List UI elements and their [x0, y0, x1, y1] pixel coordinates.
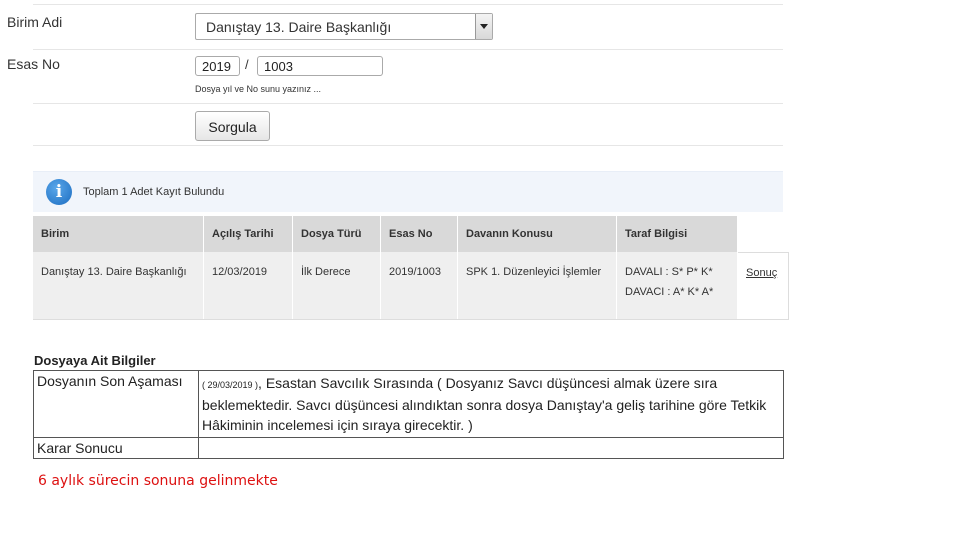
cell-tur: İlk Derece: [292, 252, 381, 320]
year-input[interactable]: [195, 56, 240, 76]
results-table: Birim Açılış Tarihi Dosya Türü Esas No D…: [33, 216, 789, 320]
col-taraf: Taraf Bilgisi: [616, 216, 738, 252]
son-asama-label: Dosyanın Son Aşaması: [33, 370, 199, 438]
karar-label: Karar Sonucu: [33, 437, 199, 459]
birim-select-value: Danıştay 13. Daire Başkanlığı: [206, 19, 392, 35]
info-icon: i: [46, 179, 72, 205]
col-acilis: Açılış Tarihi: [203, 216, 293, 252]
esas-hint: Dosya yıl ve No sunu yazınız ...: [195, 84, 322, 94]
esas-separator: /: [245, 57, 249, 72]
sonuc-link[interactable]: Sonuç: [746, 267, 777, 279]
col-tur: Dosya Türü: [292, 216, 381, 252]
davaci-text: DAVACI : A* K* A*: [625, 286, 714, 298]
notice-text: 6 aylık sürecin sonuna gelinmekte: [38, 473, 278, 489]
davali-text: DAVALI : S* P* K*: [625, 266, 713, 278]
details-row-son-asama: Dosyanın Son Aşaması ( 29/03/2019 ), Esa…: [33, 370, 784, 438]
esas-label: Esas No: [7, 56, 60, 72]
cell-taraf: DAVALI : S* P* K* DAVACI : A* K* A*: [616, 252, 738, 320]
chevron-down-icon[interactable]: [475, 14, 492, 39]
cell-birim: Danıştay 13. Daire Başkanlığı: [33, 252, 204, 320]
sorgula-button[interactable]: Sorgula: [195, 111, 270, 141]
esas-row: [33, 49, 783, 104]
cell-esas: 2019/1003: [380, 252, 458, 320]
col-birim: Birim: [33, 216, 204, 252]
details-table: Dosyanın Son Aşaması ( 29/03/2019 ), Esa…: [33, 370, 784, 459]
cell-link: Sonuç: [737, 251, 789, 320]
table-row: Danıştay 13. Daire Başkanlığı 12/03/2019…: [33, 251, 789, 320]
birim-label: Birim Adi: [7, 14, 63, 30]
result-count-text: Toplam 1 Adet Kayıt Bulundu: [83, 186, 225, 198]
details-title: Dosyaya Ait Bilgiler: [34, 353, 156, 368]
son-asama-value: ( 29/03/2019 ), Esastan Savcılık Sırasın…: [198, 370, 784, 438]
result-info-banner: i Toplam 1 Adet Kayıt Bulundu: [33, 171, 783, 212]
birim-select[interactable]: Danıştay 13. Daire Başkanlığı: [195, 13, 493, 40]
son-asama-text: , Esastan Savcılık Sırasında ( Dosyanız …: [202, 375, 767, 433]
cell-acilis: 12/03/2019: [203, 252, 293, 320]
esas-no-input[interactable]: [257, 56, 383, 76]
son-asama-date: ( 29/03/2019 ): [202, 380, 259, 390]
col-konu: Davanın Konusu: [457, 216, 617, 252]
results-header-row: Birim Açılış Tarihi Dosya Türü Esas No D…: [33, 216, 789, 252]
karar-value: [198, 437, 784, 459]
col-esas: Esas No: [380, 216, 458, 252]
details-row-karar: Karar Sonucu: [33, 437, 784, 459]
submit-row: [33, 104, 783, 146]
cell-konu: SPK 1. Düzenleyici İşlemler: [457, 252, 617, 320]
